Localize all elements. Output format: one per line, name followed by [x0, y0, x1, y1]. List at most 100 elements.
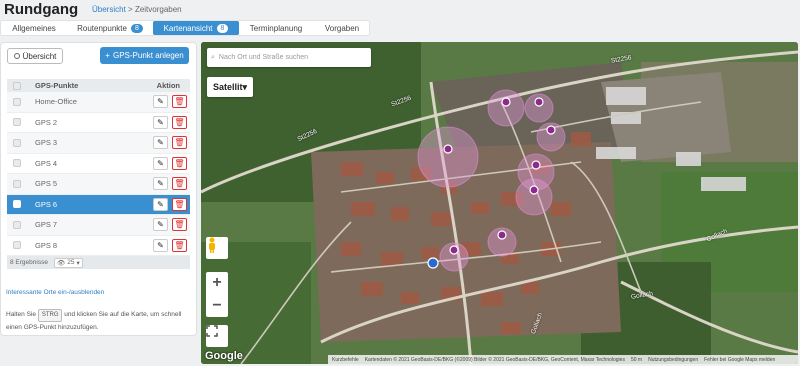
key-badge: STRG: [37, 309, 63, 322]
row-checkbox[interactable]: [13, 97, 21, 106]
zoom-in-button[interactable]: +: [206, 272, 228, 295]
column-header-name: GPS-Punkte: [35, 81, 79, 90]
pencil-icon[interactable]: ✎: [153, 136, 168, 150]
row-name: GPS 3: [35, 138, 58, 148]
row-checkbox[interactable]: [13, 118, 21, 127]
row-name: GPS 4: [35, 158, 58, 168]
table-row[interactable]: Home-Office ✎ 🗑: [7, 92, 190, 113]
table-footer: 8 Ergebnisse 👁 25 ▾: [7, 256, 190, 269]
eye-icon: 👁: [56, 259, 66, 267]
table-row[interactable]: GPS 7 ✎ 🗑: [7, 215, 190, 236]
trash-icon[interactable]: 🗑: [172, 238, 187, 252]
search-icon: ⌕: [211, 53, 215, 61]
pencil-icon[interactable]: ✎: [153, 95, 168, 109]
breadcrumb-current: Zeitvorgaben: [134, 5, 182, 14]
add-label: GPS-Punkt anlegen: [112, 51, 184, 60]
tab-label: Terminplanung: [249, 23, 303, 33]
table-header: GPS-Punkte Aktion: [7, 79, 190, 92]
pencil-icon[interactable]: ✎: [153, 177, 168, 191]
row-name: GPS 5: [35, 179, 58, 189]
table-row[interactable]: GPS 5 ✎ 🗑: [7, 174, 190, 195]
tab-label: Kartenansicht: [163, 23, 213, 33]
trash-icon[interactable]: 🗑: [172, 156, 187, 170]
row-checkbox[interactable]: [13, 159, 21, 168]
zoom-out-button[interactable]: −: [206, 295, 228, 318]
hint-text: Halten Sie STRG und klicken Sie auf die …: [6, 309, 194, 333]
table-row-selected[interactable]: GPS 6 ✎ 🗑: [7, 194, 190, 215]
trash-icon[interactable]: 🗑: [172, 177, 187, 191]
toggle-poi-link[interactable]: Interessante Orte ein-/ausblenden: [6, 289, 104, 296]
tab-label: Routenpunkte: [77, 23, 127, 33]
pencil-icon[interactable]: ✎: [153, 218, 168, 232]
fullscreen-icon[interactable]: [206, 325, 228, 347]
row-name: Home-Office: [35, 97, 77, 107]
maptype-label: Satellit: [212, 82, 243, 92]
row-checkbox[interactable]: [13, 200, 21, 209]
pencil-icon[interactable]: ✎: [153, 156, 168, 170]
count-badge: 8: [216, 23, 229, 33]
trash-icon[interactable]: 🗑: [172, 95, 187, 109]
tab-bar: Allgemeines Routenpunkte 8 Kartenansicht 8…: [0, 20, 370, 36]
table-body: Home-Office ✎ 🗑 GPS 2 ✎ 🗑 GPS 3 ✎ 🗑 GPS 4 ✎ 🗑 GP…: [7, 92, 190, 256]
gps-panel: Übersicht + GPS-Punkt anlegen GPS-Punkte…: [0, 42, 197, 336]
add-gps-point-button[interactable]: + GPS-Punkt anlegen: [100, 47, 189, 64]
trash-icon[interactable]: 🗑: [172, 136, 187, 150]
page-title: Rundgang: [4, 1, 79, 18]
chevron-down-icon: ▾: [242, 81, 248, 92]
table-row[interactable]: GPS 4 ✎ 🗑: [7, 154, 190, 174]
row-checkbox[interactable]: [13, 220, 21, 229]
tab-label: Vorgaben: [324, 23, 360, 33]
pencil-icon[interactable]: ✎: [153, 197, 168, 211]
hint-pre: Halten Sie: [6, 311, 36, 318]
pegman-icon[interactable]: [206, 237, 228, 259]
trash-icon[interactable]: 🗑: [172, 197, 187, 211]
trash-icon[interactable]: 🗑: [172, 218, 187, 232]
column-header-action: Aktion: [156, 81, 180, 90]
report-error-link[interactable]: Fehler bei Google Maps melden: [704, 357, 775, 363]
table-row[interactable]: GPS 2 ✎ 🗑: [7, 113, 190, 133]
google-logo: Google: [205, 350, 243, 362]
page-size-value: 25: [67, 259, 75, 266]
header: Rundgang Übersicht > Zeitvorgaben: [0, 0, 800, 18]
circle-icon: [13, 53, 20, 59]
count-badge: 8: [130, 23, 143, 33]
select-all-checkbox[interactable]: [13, 81, 21, 90]
search-placeholder: Nach Ort und Straße suchen: [218, 54, 309, 61]
row-checkbox[interactable]: [13, 241, 21, 250]
overview-label: Übersicht: [22, 51, 57, 61]
zoom-control: + −: [206, 272, 228, 317]
page-size-select[interactable]: 👁 25 ▾: [53, 257, 83, 268]
row-name: GPS 8: [35, 240, 58, 250]
plus-icon: +: [105, 51, 110, 60]
row-name: GPS 6: [35, 199, 58, 209]
overview-button[interactable]: Übersicht: [7, 48, 63, 64]
terms-link[interactable]: Nutzungsbedingungen: [648, 357, 698, 363]
row-name: GPS 2: [35, 117, 58, 127]
table-row[interactable]: GPS 8 ✎ 🗑: [7, 236, 190, 256]
gps-table: GPS-Punkte Aktion Home-Office ✎ 🗑 GPS 2 ✎ 🗑 …: [7, 79, 190, 269]
pencil-icon[interactable]: ✎: [153, 238, 168, 252]
breadcrumb: Übersicht > Zeitvorgaben: [92, 5, 182, 14]
table-row[interactable]: GPS 3 ✎ 🗑: [7, 133, 190, 154]
satellite-imagery: [201, 42, 798, 364]
breadcrumb-link-overview[interactable]: Übersicht: [92, 5, 126, 14]
row-checkbox[interactable]: [13, 138, 21, 147]
map-view[interactable]: St2256 St2256 St2256 Gollach Gollach Gol…: [201, 42, 798, 364]
pencil-icon[interactable]: ✎: [153, 115, 168, 129]
trash-icon[interactable]: 🗑: [172, 115, 187, 129]
scale-label: 50 m: [630, 356, 643, 363]
tab-kartenansicht[interactable]: Kartenansicht 8: [153, 21, 239, 35]
tab-vorgaben[interactable]: Vorgaben: [313, 21, 371, 35]
map-data-text: Kartendaten © 2021 GeoBasis-DE/BKG (©200…: [364, 356, 625, 363]
row-checkbox[interactable]: [13, 179, 21, 188]
tab-terminplanung[interactable]: Terminplanung: [239, 21, 313, 35]
chevron-down-icon: ▾: [76, 259, 80, 267]
shortcuts-link[interactable]: Kurzbefehle: [332, 357, 359, 363]
tab-routenpunkte[interactable]: Routenpunkte 8: [67, 21, 153, 35]
row-name: GPS 7: [35, 220, 58, 230]
result-count: 8 Ergebnisse: [10, 259, 48, 266]
map-search-box[interactable]: ⌕ Nach Ort und Straße suchen: [207, 48, 371, 67]
map-attribution: Kurzbefehle Kartendaten © 2021 GeoBasis-…: [328, 355, 798, 364]
maptype-select[interactable]: Satellit ▾: [207, 77, 253, 97]
tab-allgemeines[interactable]: Allgemeines: [1, 21, 67, 35]
